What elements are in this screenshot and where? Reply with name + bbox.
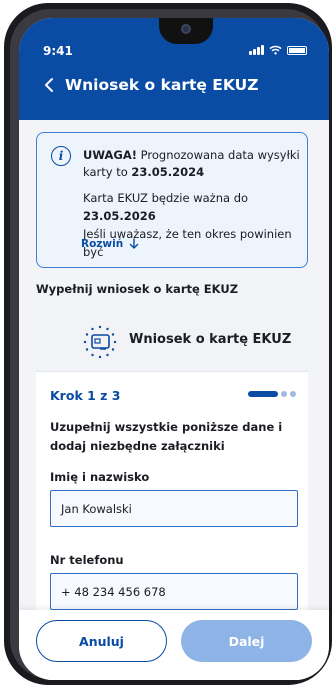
- step-progress: [248, 391, 296, 397]
- progress-step-active: [248, 391, 278, 397]
- card-title: Wniosek o kartę EKUZ: [129, 332, 292, 347]
- step-indicator-label: Krok 1 z 3: [50, 388, 121, 403]
- card-header: Wniosek o kartę EKUZ: [36, 310, 308, 372]
- arrow-down-icon: [129, 238, 139, 249]
- notice-validity-text: Karta EKUZ będzie ważna do 23.05.2026 Jeś…: [83, 189, 303, 261]
- battery-icon: [287, 46, 307, 55]
- signal-icon: [249, 45, 264, 55]
- info-icon: i: [51, 146, 71, 166]
- notice-text-2: Karta EKUZ będzie ważna do: [83, 191, 249, 205]
- next-button[interactable]: Dalej: [181, 620, 312, 662]
- cancel-button[interactable]: Anuluj: [36, 620, 167, 662]
- phone-bezel: 9:41 Wniosek o kartę EKUZ i UWAGA! Progn…: [10, 9, 329, 680]
- notice-shipping-text: UWAGA! Prognozowana data wysyłki karty t…: [83, 147, 303, 181]
- eu-card-icon: [83, 325, 117, 359]
- expand-link[interactable]: Rozwiń: [81, 238, 139, 250]
- notice-box: i UWAGA! Prognozowana data wysyłki karty…: [36, 132, 308, 268]
- page-title: Wniosek o kartę EKUZ: [65, 76, 259, 94]
- progress-step-dot: [290, 391, 296, 397]
- wifi-icon: [269, 45, 282, 55]
- app-header: 9:41 Wniosek o kartę EKUZ: [19, 18, 329, 120]
- name-field[interactable]: Jan Kowalski: [50, 490, 298, 527]
- expand-label: Rozwiń: [81, 238, 124, 250]
- phone-field-label: Nr telefonu: [50, 553, 124, 567]
- bottom-action-bar: Anuluj Dalej: [19, 610, 329, 680]
- form-instructions: Uzupełnij wszystkie poniższe dane i doda…: [50, 420, 283, 453]
- status-time: 9:41: [43, 44, 73, 58]
- notice-shipping-date: 23.05.2024: [131, 165, 205, 179]
- main-content: i UWAGA! Prognozowana data wysyłki karty…: [19, 120, 329, 680]
- name-field-label: Imię i nazwisko: [50, 470, 150, 484]
- camera-icon: [181, 24, 191, 34]
- progress-step-dot: [281, 391, 287, 397]
- notice-warning-label: UWAGA!: [83, 148, 137, 162]
- back-arrow-icon[interactable]: [41, 75, 59, 95]
- camera-notch: [159, 18, 213, 44]
- phone-frame: 9:41 Wniosek o kartę EKUZ i UWAGA! Progn…: [4, 3, 332, 685]
- notice-validity-date: 23.05.2026: [83, 209, 156, 223]
- status-icons: [249, 45, 307, 55]
- phone-field[interactable]: + 48 234 456 678: [50, 573, 298, 610]
- app-screen: 9:41 Wniosek o kartę EKUZ i UWAGA! Progn…: [19, 18, 329, 680]
- section-heading: Wypełnij wniosek o kartę EKUZ: [36, 282, 239, 296]
